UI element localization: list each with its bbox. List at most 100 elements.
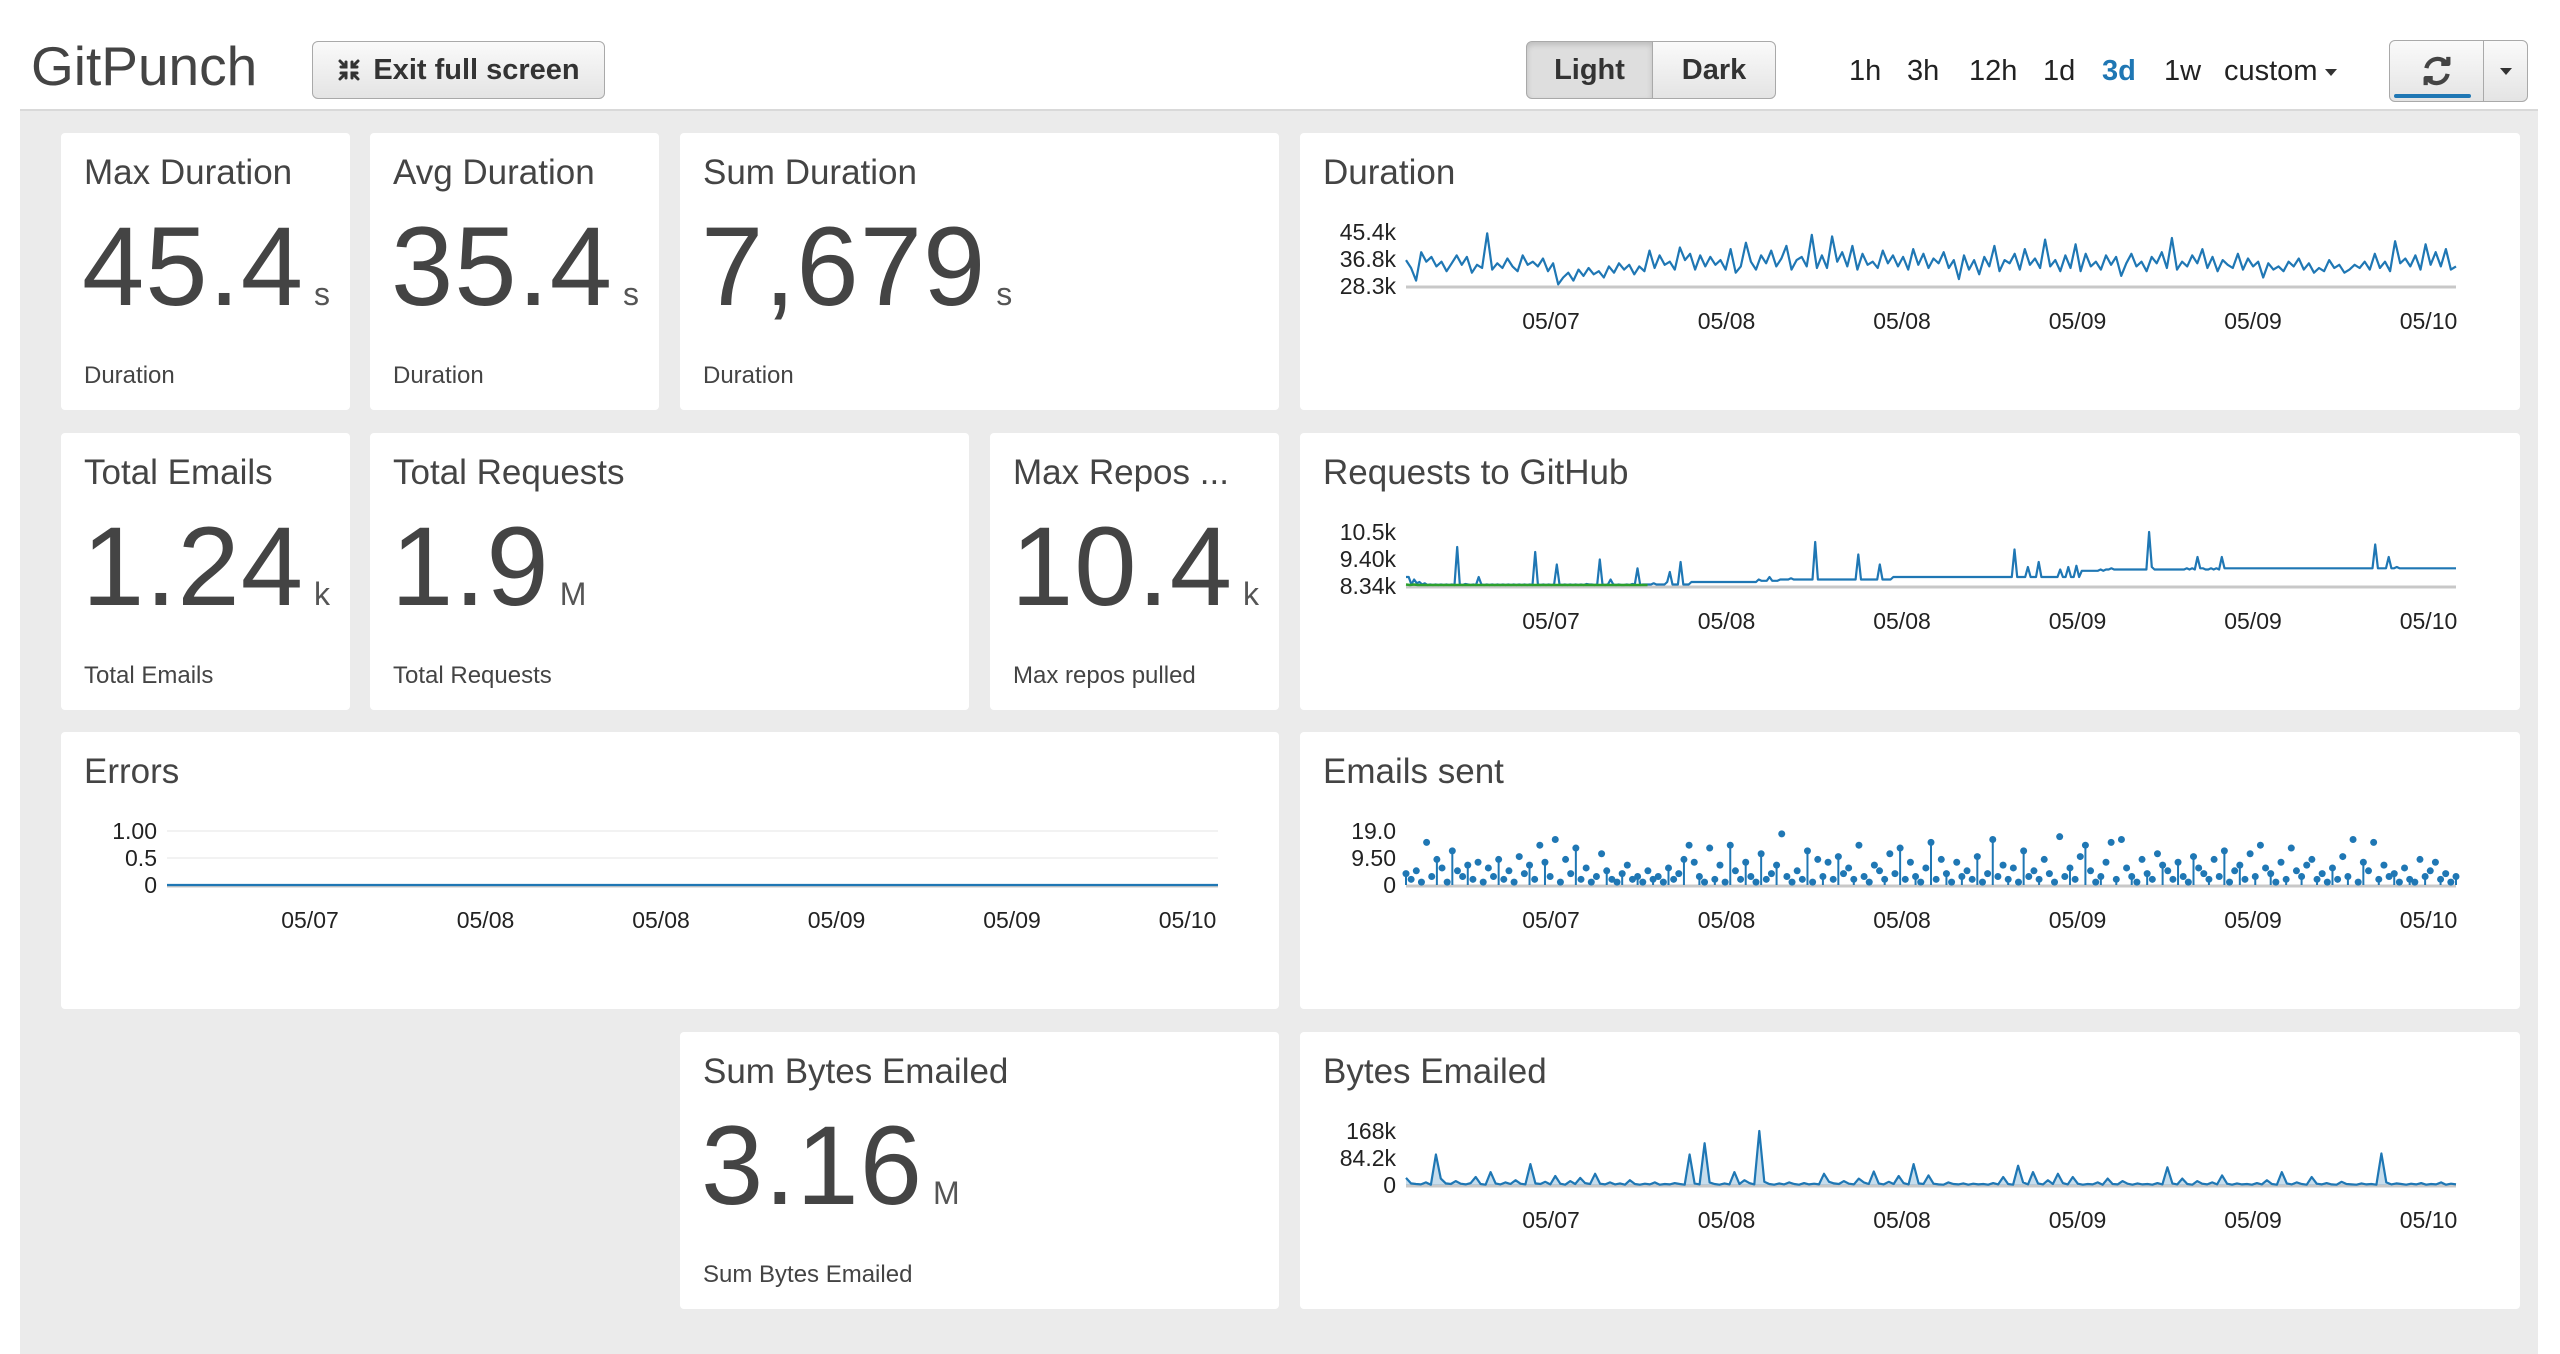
data-point (1881, 875, 1889, 883)
y-tick-label: 0 (1383, 872, 1396, 898)
data-point (1886, 850, 1894, 858)
data-point (2128, 872, 2136, 880)
x-tick-label: 05/09 (808, 907, 866, 933)
data-point (1412, 867, 1420, 875)
stat-number: 1.9 (391, 504, 550, 629)
theme-light-button[interactable]: Light (1526, 41, 1653, 99)
time-range-3d[interactable]: 3d (2102, 55, 2136, 88)
stat-label: Duration (703, 362, 794, 389)
data-point (1407, 875, 1415, 883)
data-point (1562, 855, 1570, 863)
time-range-1w[interactable]: 1w (2164, 55, 2201, 88)
data-point (2210, 855, 2218, 863)
y-tick-label: 9.40k (1340, 546, 1397, 572)
data-point (1443, 878, 1451, 886)
x-tick-label: 05/08 (1873, 907, 1931, 933)
time-range-12h[interactable]: 12h (1969, 55, 2017, 88)
data-point (2380, 861, 2388, 869)
stat-panel-sum-bytes: Sum Bytes Emailed 3.16 M Sum Bytes Emaile… (680, 1032, 1279, 1309)
stat-number: 45.4 (82, 204, 304, 329)
data-point (1510, 878, 1518, 886)
data-point (1479, 878, 1487, 886)
data-point (2138, 855, 2146, 863)
x-tick-label: 05/07 (281, 907, 339, 933)
data-point (1978, 878, 1986, 886)
exit-full-screen-button[interactable]: Exit full screen (312, 41, 605, 99)
y-tick-label: 168k (1346, 1118, 1396, 1144)
area-fill (1406, 1131, 2456, 1185)
data-point (1876, 867, 1884, 875)
data-point (1906, 858, 1914, 866)
series-line (1406, 530, 2456, 587)
data-point (2081, 841, 2089, 849)
data-point (1659, 878, 1667, 886)
stat-panel-total-emails: Total Emails 1.24 k Total Emails (61, 433, 350, 710)
chart-panel-errors: Errors 1.00 0.5 0 05/07 05/08 05/08 05/09 05/09… (61, 732, 1279, 1009)
stat-label: Sum Bytes Emailed (703, 1261, 913, 1288)
data-point (2282, 875, 2290, 883)
time-range-3h[interactable]: 3h (1907, 55, 1939, 88)
data-point (2030, 867, 2038, 875)
panel-title: Total Emails (84, 453, 273, 492)
data-point (1459, 872, 1467, 880)
refresh-interval-dropdown[interactable] (2483, 40, 2528, 102)
data-point (2107, 838, 2115, 846)
x-tick-label: 05/10 (2400, 1207, 2458, 1233)
data-point (1860, 872, 1868, 880)
data-point (1556, 878, 1564, 886)
data-point (2153, 850, 2161, 858)
data-point (2246, 850, 2254, 858)
time-range-1h[interactable]: 1h (1849, 55, 1881, 88)
data-point (1937, 855, 1945, 863)
panel-title: Max Duration (84, 153, 293, 192)
data-point (1582, 864, 1590, 872)
data-point (1520, 870, 1528, 878)
data-point (2009, 864, 2017, 872)
stat-label: Duration (393, 362, 484, 389)
x-tick-label: 05/09 (2224, 907, 2282, 933)
data-point (2411, 878, 2419, 886)
x-tick-label: 05/08 (457, 907, 515, 933)
data-point (1433, 855, 1441, 863)
stat-number: 1.24 (82, 504, 304, 629)
data-point (1803, 847, 1811, 855)
data-point (1927, 838, 1935, 846)
data-point (2056, 833, 2064, 841)
data-point (1495, 855, 1503, 863)
data-point (2277, 858, 2285, 866)
stat-number: 7,679 (701, 204, 987, 329)
stat-unit: s (622, 276, 639, 312)
data-point (1824, 858, 1832, 866)
time-range-custom[interactable]: custom (2224, 55, 2338, 88)
data-point (1742, 858, 1750, 866)
panel-title: Avg Duration (393, 153, 595, 192)
data-point (1639, 878, 1647, 886)
data-point (1505, 867, 1513, 875)
data-point (1711, 875, 1719, 883)
x-tick-label: 05/08 (1698, 1207, 1756, 1233)
data-point (1536, 841, 1544, 849)
time-range-1d[interactable]: 1d (2043, 55, 2075, 88)
data-point (1747, 872, 1755, 880)
panel-title: Max Repos ... (1013, 453, 1229, 492)
x-tick-label: 05/08 (1873, 308, 1931, 334)
data-point (2292, 867, 2300, 875)
data-point (1968, 875, 1976, 883)
data-point (2020, 847, 2028, 855)
theme-dark-button[interactable]: Dark (1652, 41, 1776, 99)
data-point (2241, 875, 2249, 883)
refresh-button[interactable] (2389, 40, 2484, 102)
stat-panel-max-duration: Max Duration 45.4 s Duration (61, 133, 350, 410)
data-point (1896, 844, 1904, 852)
x-tick-label: 05/07 (1522, 608, 1580, 634)
data-point (2035, 875, 2043, 883)
data-point (1840, 870, 1847, 878)
data-point (2184, 878, 2192, 886)
chart-panel-emails: Emails sent 19.0 9.50 0 05/07 05/08 05/08 05/0… (1300, 732, 2520, 1009)
data-point (2117, 836, 2125, 844)
x-tick-label: 05/10 (2400, 608, 2458, 634)
data-point (2071, 875, 2079, 883)
data-point (1680, 855, 1688, 863)
data-point (1623, 861, 1631, 869)
data-point (2256, 841, 2264, 849)
